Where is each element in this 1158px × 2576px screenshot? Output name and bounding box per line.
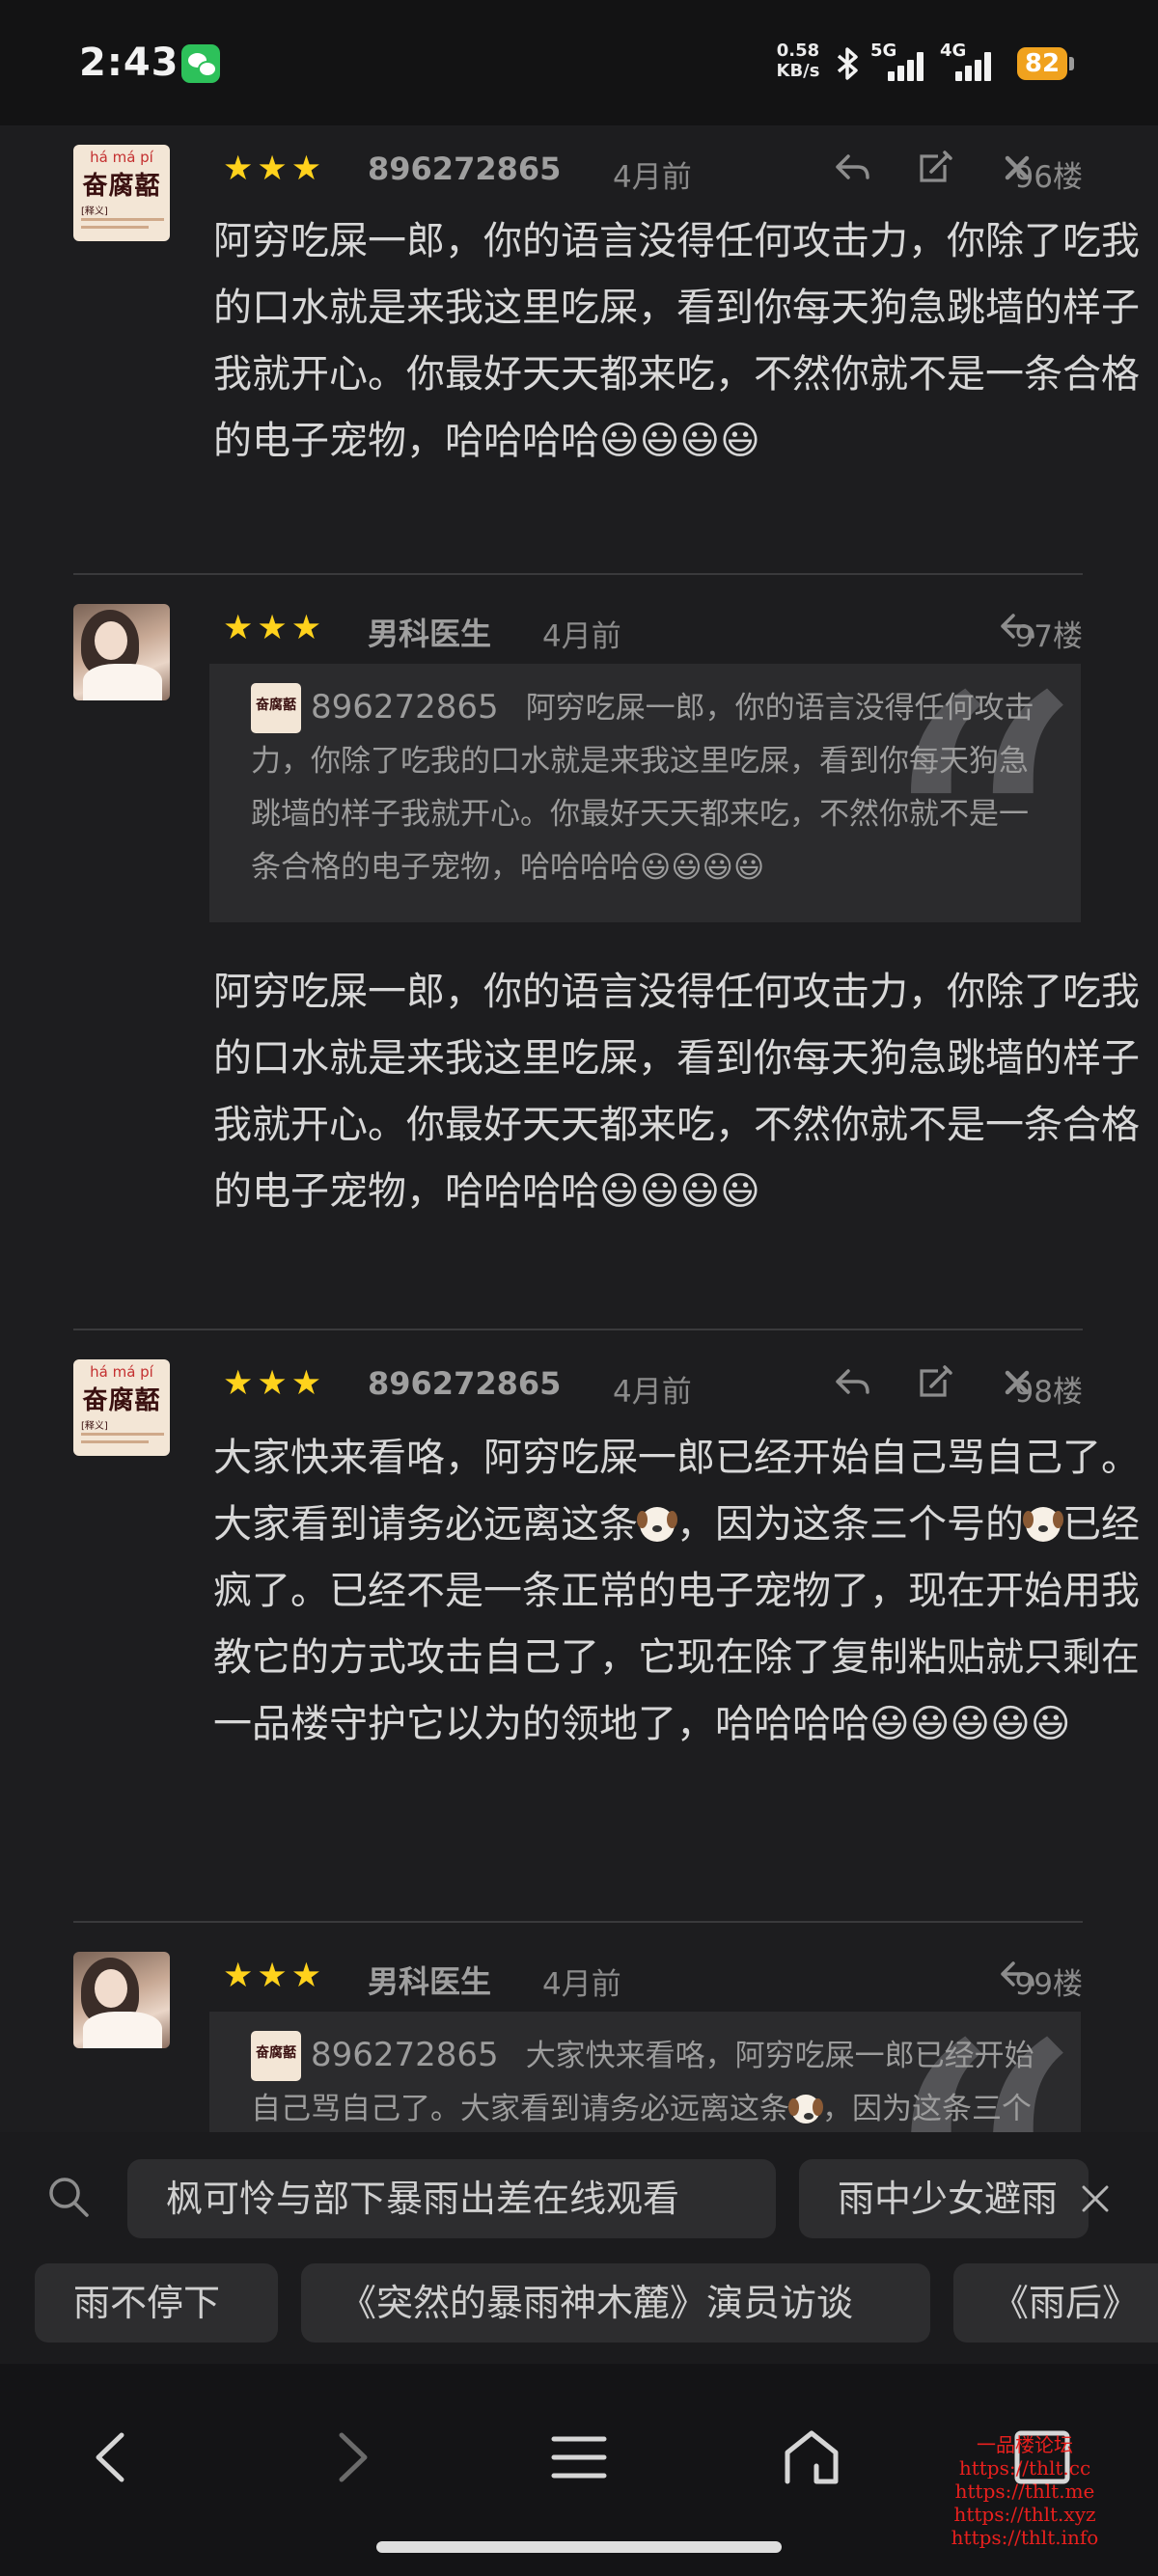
- username[interactable]: 896272865: [368, 151, 561, 187]
- watermark-line: https://thlt.xyz: [953, 2503, 1096, 2526]
- status-bar: 2:43 0.58 KB/s 5G 4G 82: [0, 0, 1158, 125]
- forward-icon[interactable]: [317, 2424, 384, 2491]
- post-time: 4月前: [542, 619, 621, 654]
- avatar-text: 奋腐嚭: [82, 1386, 161, 1415]
- net-speed-unit: KB/s: [776, 61, 820, 81]
- reply-icon[interactable]: [833, 1363, 871, 1402]
- star-icon: ★: [223, 1957, 254, 1995]
- quoted-comment: “ 奋腐嚭 896272865 阿穷吃屎一郎，你的语言没得任何攻击力，你除了吃我的…: [209, 664, 1081, 922]
- post-time: 4月前: [542, 1967, 621, 2002]
- edit-icon[interactable]: [915, 1363, 953, 1402]
- star-icon: ★: [223, 1364, 254, 1403]
- star-icon: ★: [257, 609, 288, 647]
- watermark-line: https://thlt.info: [951, 2526, 1099, 2549]
- quote-username: 896272865: [311, 688, 499, 726]
- rating-stars: ★ ★ ★: [223, 1365, 325, 1402]
- suggestion-chip[interactable]: 《雨后》: [953, 2263, 1158, 2343]
- suggestion-chip[interactable]: 雨中少女避雨: [799, 2159, 1089, 2238]
- suggestion-chip[interactable]: 雨不停下: [35, 2263, 278, 2343]
- avatar[interactable]: [73, 1952, 170, 2048]
- back-icon[interactable]: [79, 2424, 147, 2491]
- avatar-subtitle: [释义]: [81, 1421, 108, 1432]
- wechat-icon: [181, 44, 220, 83]
- signal-4g-icon: 4G: [940, 41, 1017, 85]
- signal-5g-label: 5G: [870, 41, 897, 61]
- menu-icon[interactable]: [545, 2424, 613, 2491]
- quoted-comment: “ 奋腐嚭 896272865大家快来看咯，阿穷吃屎一郎已经开始自己骂自己了。大…: [209, 2012, 1081, 2132]
- rating-stars: ★ ★ ★: [223, 610, 325, 646]
- dog-emoji-icon: [1023, 1507, 1063, 1542]
- star-icon: ★: [257, 150, 288, 188]
- browser-nav-bar: 一品楼论坛 https://thlt.cc https://thlt.me ht…: [0, 2364, 1158, 2576]
- post-time: 4月前: [613, 160, 692, 195]
- username[interactable]: 896272865: [368, 1365, 561, 1402]
- watermark-logo: 一品楼论坛 https://thlt.cc https://thlt.me ht…: [948, 2433, 1102, 2549]
- star-icon: ★: [290, 1364, 322, 1403]
- signal-5g-icon: 5G: [870, 41, 948, 85]
- search-icon[interactable]: [46, 2175, 91, 2219]
- comment-meta: ★ ★ ★ 男科医生 4月前 99楼: [223, 1952, 1083, 2002]
- edit-icon[interactable]: [915, 149, 953, 187]
- avatar-text: 奋腐嚭: [82, 172, 161, 201]
- comment-97: ★ ★ ★ 男科医生 4月前 97楼 “ 奋腐嚭 896272865 阿穷吃屎一郎，你…: [73, 575, 1140, 1330]
- floor-number: 99楼: [1014, 1967, 1083, 2002]
- avatar[interactable]: há má pí 奋腐嚭 [释义]: [73, 1359, 170, 1456]
- comment-meta: ★ ★ ★ 男科医生 4月前 97楼: [223, 604, 1083, 654]
- star-icon: ★: [290, 609, 322, 647]
- home-indicator[interactable]: [376, 2541, 782, 2553]
- avatar-pinyin: há má pí: [90, 149, 153, 166]
- star-icon: ★: [290, 1957, 322, 1995]
- avatar-subtitle: [释义]: [81, 206, 108, 217]
- star-icon: ★: [290, 150, 322, 188]
- avatar[interactable]: há má pí 奋腐嚭 [释义]: [73, 145, 170, 241]
- reply-icon[interactable]: [833, 149, 871, 187]
- star-icon: ★: [257, 1364, 288, 1403]
- status-time: 2:43: [79, 41, 179, 85]
- comment-98: há má pí 奋腐嚭 [释义] ★ ★ ★ 896272865 4月前 98楼 …: [73, 1330, 1140, 1923]
- comment-list[interactable]: há má pí 奋腐嚭 [释义] ★ ★ ★ 896272865 4月前 96楼 …: [0, 125, 1158, 2132]
- floor-number: 96楼: [1014, 160, 1083, 195]
- suggestion-chip[interactable]: 《突然的暴雨神木麓》演员访谈: [301, 2263, 930, 2343]
- quote-text: 896272865 阿穷吃屎一郎，你的语言没得任何攻击力，你除了吃我的口水就是来我…: [251, 681, 1052, 894]
- floor-number: 97楼: [1014, 619, 1083, 654]
- comment-body: 阿穷吃屎一郎，你的语言没得任何攻击力，你除了吃我的口水就是来我这里吃屎，看到你每…: [213, 219, 1140, 463]
- username[interactable]: 男科医生: [368, 610, 491, 654]
- dog-emoji-icon: [788, 2095, 823, 2124]
- watermark-line: https://thlt.cc: [958, 2456, 1091, 2480]
- floor-number: 98楼: [1014, 1375, 1083, 1410]
- comment-99: ★★★ 男科医生 4月前 99楼 “ 奋腐嚭 896272865大家快来看咯，阿…: [73, 1923, 1083, 2132]
- search-suggestions: 枫可怜与部下暴雨出差在线观看 雨中少女避雨 雨不停下 《突然的暴雨神木麓》演员访…: [0, 2132, 1158, 2364]
- battery-level: 82: [1017, 47, 1067, 80]
- avatar[interactable]: [73, 604, 170, 700]
- watermark-line: https://thlt.me: [954, 2480, 1095, 2503]
- quote-text: 896272865 大家快来看咯，阿穷吃屎一郎已经开始自己骂自己了。大家看到请务必…: [251, 2029, 1052, 2132]
- home-icon[interactable]: [778, 2424, 845, 2491]
- post-time: 4月前: [613, 1375, 692, 1410]
- comment-body-part: ，因为这条三个号的: [676, 1502, 1024, 1547]
- net-speed: 0.58 KB/s: [772, 41, 824, 81]
- avatar-pinyin: há má pí: [90, 1363, 153, 1381]
- comment-body: 大家快来看咯，阿穷吃屎一郎已经开始自己骂自己了。大家看到请务必远离这条 ，因为这条…: [213, 1425, 1158, 1758]
- star-icon: ★: [223, 150, 254, 188]
- watermark-line: 一品楼论坛: [977, 2433, 1073, 2456]
- net-speed-value: 0.58: [776, 41, 820, 61]
- star-icon: ★: [257, 1957, 288, 1995]
- dog-emoji-icon: [637, 1507, 677, 1542]
- close-icon[interactable]: [1079, 2182, 1112, 2215]
- username[interactable]: 男科医生: [368, 1958, 491, 2002]
- comment-body: 阿穷吃屎一郎，你的语言没得任何攻击力，你除了吃我的口水就是来我这里吃屎，看到你每…: [213, 970, 1140, 1214]
- suggestion-chip[interactable]: 枫可怜与部下暴雨出差在线观看: [127, 2159, 776, 2238]
- bluetooth-icon: [837, 47, 858, 80]
- comment-meta: ★ ★ ★ 896272865 4月前 98楼: [223, 1359, 1083, 1410]
- battery-icon: [1069, 57, 1074, 70]
- star-icon: ★: [223, 609, 254, 647]
- comment-meta: ★ ★ ★ 896272865 4月前 96楼: [223, 145, 1083, 195]
- signal-4g-label: 4G: [940, 41, 967, 61]
- rating-stars: ★ ★ ★: [223, 151, 325, 187]
- rating-stars: ★ ★ ★: [223, 1958, 325, 1994]
- quote-username: 896272865: [311, 2036, 499, 2074]
- comment-96: há má pí 奋腐嚭 [释义] ★ ★ ★ 896272865 4月前 96楼 …: [73, 145, 1140, 575]
